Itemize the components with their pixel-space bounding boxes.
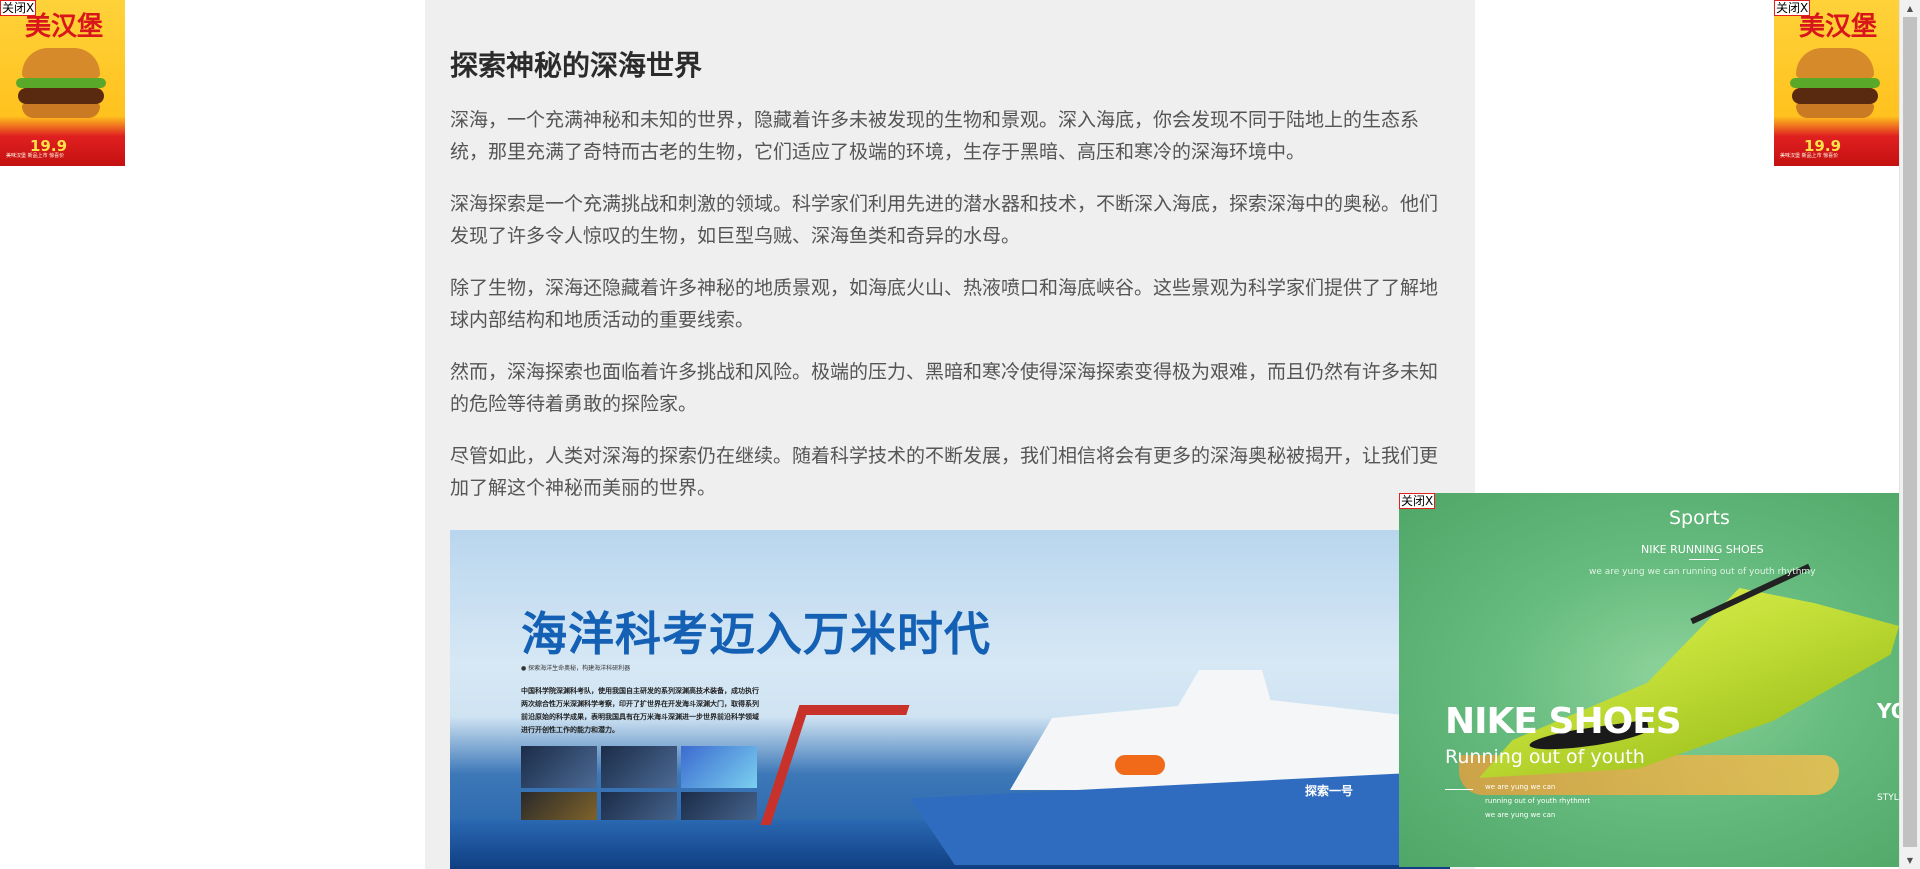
nike-ad-side-text: YO [1877, 699, 1899, 723]
article-paragraph-5: 尽管如此，人类对深海的探索仍在继续。随着科学技术的不断发展，我们相信将会有更多的… [450, 445, 1439, 499]
left-ad-close-button[interactable]: 关闭X [0, 0, 37, 16]
nike-ad-tagline: we are yung we can running out of youth … [1589, 567, 1816, 577]
banner-thumbnail [521, 746, 597, 788]
nike-ad-line: running out of youth rhythmrt [1485, 797, 1591, 805]
scrollbar-thumb[interactable] [1903, 17, 1917, 847]
nike-ad-dash [1445, 789, 1473, 790]
burger-lettuce-image [16, 78, 106, 88]
burger-ad-title: 美汉堡 [25, 12, 104, 42]
article-paragraph-1: 深海，一个充满神秘和未知的世界，隐藏着许多未被发现的生物和景观。深入海底，你会发… [450, 109, 1420, 163]
nike-ad-subheading: NIKE RUNNING SHOES [1641, 543, 1764, 556]
article-paragraph-4: 然而，深海探索也面临着许多挑战和风险。极端的压力、黑暗和寒冷使得深海探索变得极为… [450, 361, 1439, 415]
burger-patty-image [1792, 88, 1878, 104]
ship-crane-graphic [760, 705, 910, 825]
nike-ad-sub-title: Running out of youth [1445, 746, 1645, 768]
nike-ad-big-title: NIKE SHOES [1445, 701, 1682, 742]
left-burger-ad[interactable]: 美汉堡 19.9 美味汉堡 新品上市 惊喜价 [0, 0, 125, 166]
ship-lifeboat-graphic [1115, 755, 1165, 775]
burger-patty-image [18, 88, 104, 104]
ship-superstructure-graphic [1010, 670, 1430, 790]
banner-thumbnail [681, 746, 757, 788]
scroll-down-arrow-icon[interactable]: ▼ [1900, 852, 1920, 869]
nike-ad-heading: Sports [1669, 507, 1730, 529]
scroll-up-arrow-icon[interactable]: ▲ [1900, 0, 1920, 17]
banner-thumbnail [601, 746, 677, 788]
burger-bun-top-image [22, 48, 100, 78]
banner-title: 海洋科考迈入万米时代 [521, 607, 991, 661]
article-title: 探索神秘的深海世界 [450, 49, 703, 82]
article-paragraph-3: 除了生物，深海还隐藏着许多神秘的地质景观，如海底火山、热液喷口和海底峡谷。这些景… [450, 277, 1439, 331]
burger-bun-bottom-image [22, 104, 100, 118]
article-paragraph-2: 深海探索是一个充满挑战和刺激的领域。科学家们利用先进的潜水器和技术，不断深入海底… [450, 193, 1439, 247]
nike-ad-line: we are yung we can [1485, 783, 1556, 791]
nike-ad-close-button[interactable]: 关闭X [1399, 493, 1436, 509]
burger-ad-small-text: 美味汉堡 新品上市 惊喜价 [6, 153, 65, 159]
nike-ad-line: we are yung we can [1485, 811, 1556, 819]
burger-ad-title: 美汉堡 [1799, 12, 1878, 42]
banner-body-text: 中国科学院深渊科考队，使用我国自主研发的系列深渊高技术装备，成功执行两次综合性万… [521, 687, 759, 734]
ship-name-label: 探索一号 [1305, 784, 1354, 798]
banner-subtitle: ● 探索海洋生命奥秘，构建海洋科研利器 [521, 665, 631, 672]
article-container: 探索神秘的深海世界 深海，一个充满神秘和未知的世界，隐藏着许多未被发现的生物和景… [425, 0, 1475, 869]
burger-bun-top-image [1796, 48, 1874, 78]
burger-bun-bottom-image [1796, 104, 1874, 118]
burger-lettuce-image [1790, 78, 1880, 88]
right-ad-close-button[interactable]: 关闭X [1774, 0, 1811, 16]
nike-shoes-ad[interactable]: Sports NIKE RUNNING SHOES we are yung we… [1399, 493, 1899, 867]
right-burger-ad[interactable]: 美汉堡 19.9 美味汉堡 新品上市 惊喜价 [1774, 0, 1899, 166]
burger-ad-small-text: 美味汉堡 新品上市 惊喜价 [1780, 153, 1839, 159]
ocean-research-banner-image: 海洋科考迈入万米时代 ● 探索海洋生命奥秘，构建海洋科研利器 中国科学院深渊科考… [450, 530, 1450, 869]
nike-ad-style-text: STYLE [1877, 793, 1899, 803]
nike-ad-divider [1689, 559, 1719, 560]
page-scrollbar[interactable]: ▲ ▼ [1899, 0, 1920, 869]
